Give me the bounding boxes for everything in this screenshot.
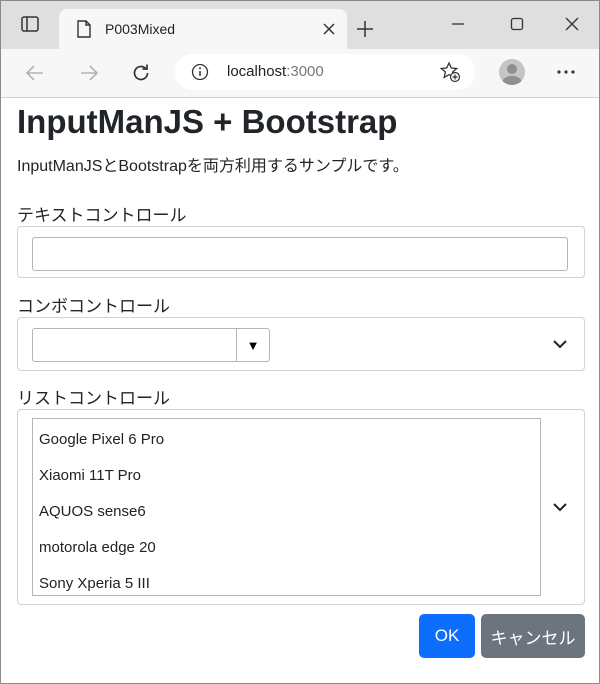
cancel-button[interactable]: キャンセル bbox=[481, 614, 585, 658]
url-host: localhost bbox=[227, 63, 287, 80]
list-item[interactable]: AQUOS sense6 bbox=[39, 503, 146, 520]
profile-avatar-body bbox=[502, 76, 522, 85]
profile-icon[interactable] bbox=[499, 59, 525, 85]
back-icon[interactable] bbox=[23, 61, 47, 85]
maximize-icon[interactable] bbox=[506, 13, 528, 35]
refresh-icon[interactable] bbox=[129, 61, 153, 85]
page-content: InputManJS + Bootstrap InputManJSとBootst… bbox=[1, 98, 599, 683]
browser-toolbar: localhost:3000 bbox=[1, 49, 599, 98]
sidebar-toggle-icon[interactable] bbox=[19, 13, 41, 35]
url-port: :3000 bbox=[286, 63, 324, 80]
chevron-down-icon[interactable] bbox=[550, 334, 570, 354]
list-control-label: リストコントロール bbox=[17, 389, 170, 408]
browser-tab[interactable]: P003Mixed bbox=[59, 9, 347, 49]
text-control-label: テキストコントロール bbox=[17, 206, 187, 225]
list-item[interactable]: Sony Xperia 5 III bbox=[39, 575, 150, 592]
browser-title-bar: P003Mixed bbox=[1, 1, 599, 49]
list-item[interactable]: motorola edge 20 bbox=[39, 539, 156, 556]
ok-button[interactable]: OK bbox=[419, 614, 475, 658]
profile-avatar-head bbox=[507, 64, 517, 74]
page-description: InputManJSとBootstrapを両方利用するサンプルです。 bbox=[17, 158, 409, 175]
text-input[interactable] bbox=[32, 237, 568, 271]
combo-control-label: コンボコントロール bbox=[17, 297, 170, 316]
page-icon bbox=[77, 20, 91, 43]
close-icon[interactable] bbox=[319, 19, 339, 39]
url-text: localhost:3000 bbox=[227, 63, 324, 80]
plus-icon[interactable] bbox=[353, 17, 377, 41]
chevron-down-icon[interactable] bbox=[550, 497, 570, 517]
combo-control-group: ▼ bbox=[17, 317, 585, 371]
combo-box[interactable]: ▼ bbox=[32, 328, 270, 362]
more-icon[interactable] bbox=[553, 61, 579, 83]
list-control-group: Google Pixel 6 Pro Xiaomi 11T Pro AQUOS … bbox=[17, 409, 585, 605]
forward-icon[interactable] bbox=[77, 61, 101, 85]
minimize-icon[interactable] bbox=[447, 13, 469, 35]
list-item[interactable]: Xiaomi 11T Pro bbox=[39, 467, 141, 484]
combo-dropdown-button[interactable]: ▼ bbox=[237, 329, 269, 361]
page-title: InputManJS + Bootstrap bbox=[17, 103, 398, 140]
info-icon[interactable] bbox=[191, 63, 209, 86]
text-control-group bbox=[17, 226, 585, 278]
favorites-add-icon[interactable] bbox=[439, 61, 461, 88]
list-item[interactable]: Google Pixel 6 Pro bbox=[39, 431, 164, 448]
tab-title: P003Mixed bbox=[105, 21, 176, 37]
window-close-icon[interactable] bbox=[561, 13, 583, 35]
list-box[interactable]: Google Pixel 6 Pro Xiaomi 11T Pro AQUOS … bbox=[32, 418, 541, 596]
address-bar[interactable]: localhost:3000 bbox=[175, 54, 475, 90]
